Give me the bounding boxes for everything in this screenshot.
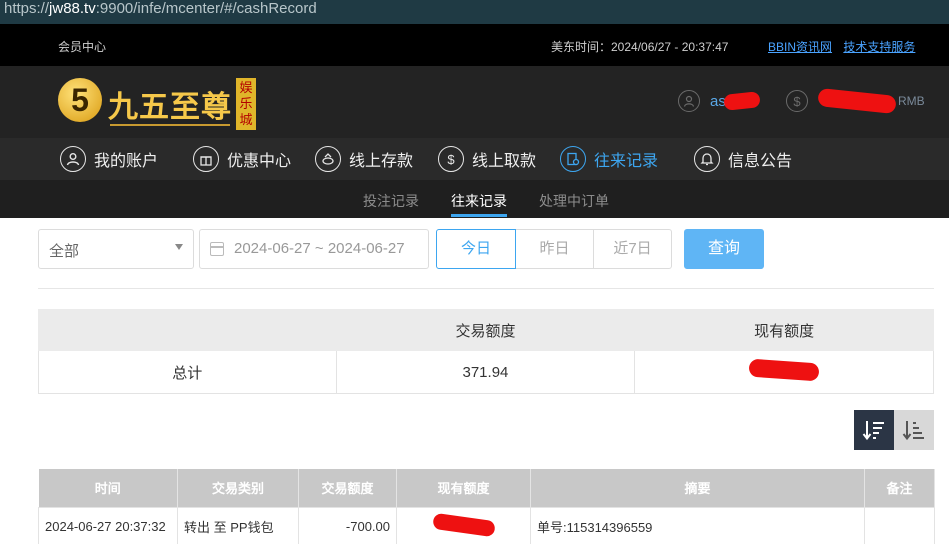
- top-links: BBIN资讯网 技术支持服务: [768, 38, 923, 55]
- redaction-mark: [817, 87, 897, 115]
- logo-emblem: 5: [58, 78, 102, 122]
- nav-label: 我的账户: [94, 153, 159, 170]
- query-button[interactable]: 查询: [684, 229, 764, 269]
- divider: [38, 288, 934, 289]
- nav-label: 优惠中心: [227, 153, 292, 170]
- summary-total-label: 总计: [38, 350, 337, 394]
- records-table: 时间 交易类别 交易额度 现有额度 摘要 备注 2024-06-27 20:37…: [38, 469, 935, 544]
- main-nav: 我的账户 优惠中心 线上存款 $ 线上取款 往来记录 信息公告: [0, 138, 949, 180]
- quick-date-buttons: 今日 昨日 近7日: [436, 229, 672, 269]
- summary-total-row: 总计 371.94: [38, 350, 934, 394]
- redaction-mark: [723, 91, 761, 111]
- sort-asc-icon: [902, 421, 924, 441]
- site-header: 5 九五至尊 娱乐城 as $ RMB: [0, 66, 949, 138]
- cell-note: [864, 506, 935, 544]
- tab-pending-orders[interactable]: 处理中订单: [539, 191, 609, 211]
- brand-name: 九五至尊: [108, 90, 232, 125]
- nav-label: 线上存款: [349, 153, 414, 170]
- summary-header-row: 交易额度 现有额度: [38, 309, 934, 351]
- nav-label: 往来记录: [594, 153, 659, 170]
- summary-total-amount: 371.94: [335, 350, 636, 394]
- address-bar[interactable]: https://jw88.tv:9900/infe/mcenter/#/cash…: [0, 0, 949, 24]
- balance-info: $ RMB: [786, 87, 925, 115]
- tab-bet-records[interactable]: 投注记录: [363, 191, 419, 211]
- deposit-icon: [315, 146, 341, 172]
- brand-tag: 娱乐城: [236, 78, 256, 130]
- logo-underline: [110, 124, 230, 126]
- col-balance: 现有额度: [396, 469, 531, 507]
- col-summary: 摘要: [530, 469, 865, 507]
- bbin-news-link[interactable]: BBIN资讯网: [768, 40, 832, 54]
- bell-icon: [694, 146, 720, 172]
- summary-header-amount: 交易额度: [335, 309, 636, 351]
- col-amount: 交易额度: [298, 469, 397, 507]
- redaction-mark: [748, 358, 820, 382]
- last-7-days-button[interactable]: 近7日: [593, 229, 672, 269]
- url-host: jw88.tv: [49, 0, 96, 17]
- top-strip: 会员中心 美东时间：2024/06/27 - 20:37:47 BBIN资讯网 …: [0, 24, 949, 66]
- currency-label: RMB: [898, 94, 925, 108]
- nav-promotions[interactable]: 优惠中心: [193, 138, 291, 180]
- nav-announcements[interactable]: 信息公告: [694, 138, 792, 180]
- withdraw-icon: $: [438, 146, 464, 172]
- nav-label: 信息公告: [728, 153, 793, 170]
- records-header-row: 时间 交易类别 交易额度 现有额度 摘要 备注: [38, 469, 935, 507]
- tech-support-link[interactable]: 技术支持服务: [843, 40, 915, 54]
- col-note: 备注: [864, 469, 935, 507]
- date-range-input[interactable]: 2024-06-27 ~ 2024-06-27: [199, 229, 429, 269]
- summary-table: 交易额度 现有额度 总计 371.94: [38, 309, 934, 394]
- eastern-time: 美东时间：2024/06/27 - 20:37:47: [551, 40, 729, 54]
- active-tab-indicator: [451, 214, 507, 217]
- summary-total-balance: [634, 350, 934, 394]
- col-time: 时间: [38, 469, 178, 507]
- today-button[interactable]: 今日: [436, 229, 516, 269]
- summary-header-balance: 现有额度: [634, 309, 934, 351]
- cell-amount: -700.00: [298, 506, 397, 544]
- redaction-mark: [431, 512, 496, 537]
- dollar-icon: $: [786, 90, 808, 112]
- user-icon: [678, 90, 700, 112]
- nav-my-account[interactable]: 我的账户: [60, 138, 158, 180]
- calendar-icon: [210, 242, 224, 256]
- nav-transaction-records[interactable]: 往来记录: [560, 138, 658, 180]
- user-icon: [60, 146, 86, 172]
- transaction-type-select[interactable]: 全部: [38, 229, 194, 269]
- nav-online-withdraw[interactable]: $ 线上取款: [438, 138, 536, 180]
- cell-summary: 单号:115314396559: [530, 506, 865, 544]
- cell-type: 转出 至 PP钱包: [177, 506, 299, 544]
- gift-icon: [193, 146, 219, 172]
- select-value: 全部: [49, 243, 80, 260]
- nav-online-deposit[interactable]: 线上存款: [315, 138, 413, 180]
- sort-ascending-button[interactable]: [894, 410, 934, 450]
- cell-balance: [396, 506, 531, 544]
- member-center-link[interactable]: 会员中心: [58, 38, 106, 55]
- user-info[interactable]: as: [678, 90, 761, 112]
- table-row: 2024-06-27 20:37:32 转出 至 PP钱包 -700.00 单号…: [38, 506, 935, 544]
- date-range-value: 2024-06-27 ~ 2024-06-27: [234, 240, 405, 257]
- url-path: :9900/infe/mcenter/#/cashRecord: [95, 0, 317, 17]
- cell-time: 2024-06-27 20:37:32: [38, 506, 178, 544]
- yesterday-button[interactable]: 昨日: [515, 229, 594, 269]
- sub-nav: 投注记录 往来记录 处理中订单: [0, 180, 949, 218]
- record-icon: [560, 146, 586, 172]
- summary-header-blank: [38, 309, 337, 351]
- url-protocol: https://: [4, 0, 50, 17]
- caret-down-icon: [175, 244, 183, 250]
- tab-transaction-records[interactable]: 往来记录: [451, 191, 507, 211]
- col-type: 交易类别: [177, 469, 299, 507]
- nav-label: 线上取款: [472, 153, 537, 170]
- sort-descending-button[interactable]: [854, 410, 894, 450]
- sort-desc-icon: [862, 421, 884, 441]
- brand-logo[interactable]: 5 九五至尊 娱乐城: [58, 74, 258, 132]
